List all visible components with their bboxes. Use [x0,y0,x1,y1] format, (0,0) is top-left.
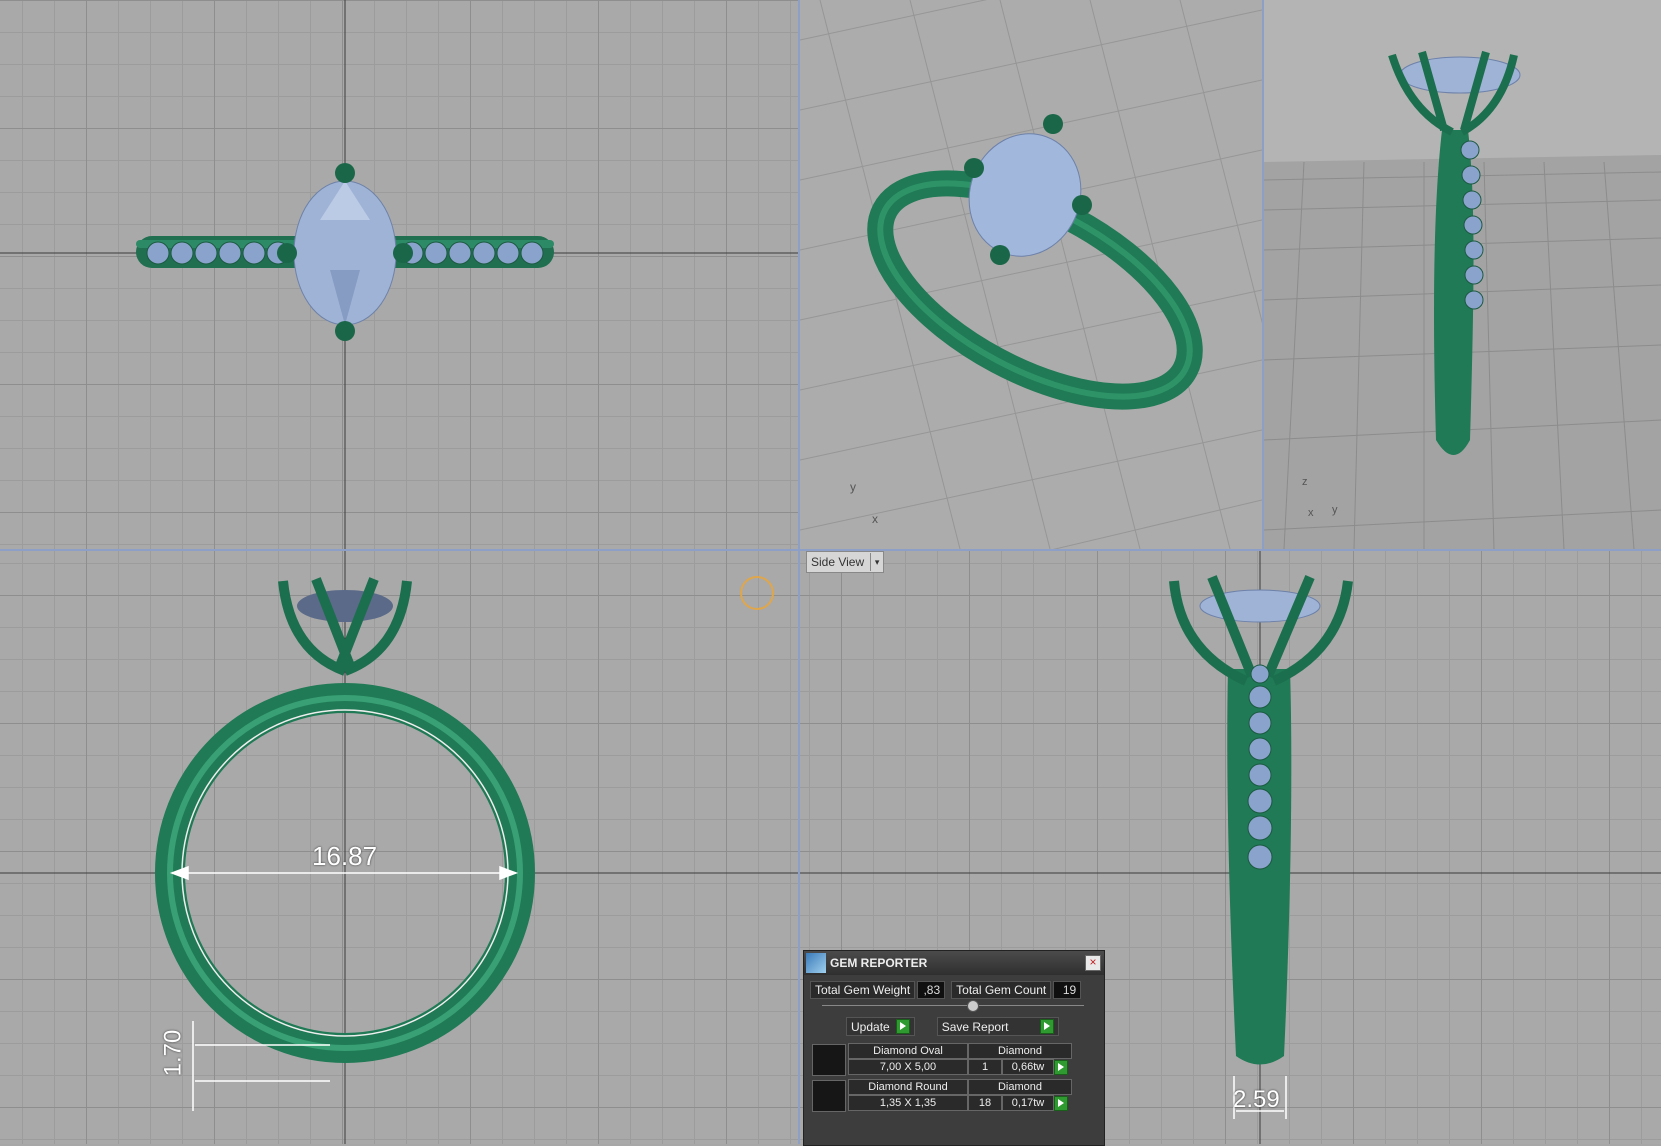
top-viewport[interactable] [0,0,798,549]
gem-count: 18 [968,1095,1002,1111]
gem-size: 1,35 X 1,35 [848,1095,968,1111]
dimension-shank-thickness: 1.70 [159,1029,187,1077]
play-icon[interactable] [1054,1096,1068,1111]
gem-row[interactable]: Diamond Round Diamond 1,35 X 1,35 18 0,1… [812,1079,1072,1112]
gem-count: 1 [968,1059,1002,1075]
gem-size: 7,00 X 5,00 [848,1059,968,1075]
gem-name: Diamond Round [848,1079,968,1095]
gizmo-icon [740,576,774,610]
play-icon[interactable] [1054,1060,1068,1075]
view-selector[interactable]: Side View ▾ [806,551,885,573]
gem-weight: 0,66tw [1002,1059,1054,1075]
right-viewport[interactable]: z x y [1264,0,1661,549]
close-icon[interactable]: × [1085,955,1101,971]
view-selector-label: Side View [811,555,865,569]
right-axis-x: x [1308,507,1314,519]
total-gem-count-value: 19 [1053,981,1082,999]
perspective-view-model: y y x [800,0,1262,549]
save-report-button[interactable]: Save Report [936,1017,1059,1036]
update-button[interactable]: Update [846,1017,915,1036]
total-gem-weight-value: ,83 [917,981,946,999]
gem-reporter-panel: GEM REPORTER × Total Gem Weight ,83 Tota… [803,950,1105,1146]
viewport-divider-vertical[interactable] [798,0,800,1144]
oval-gem-icon [812,1044,846,1076]
front-view-model [0,551,798,1144]
right-axis-z: z [1302,476,1308,488]
gem-row[interactable]: Diamond Oval Diamond 7,00 X 5,00 1 0,66t… [812,1043,1072,1076]
gem-reporter-app-icon [806,953,826,973]
right-view-model: z x y [1264,50,1661,549]
gem-weight: 0,17tw [1002,1095,1054,1111]
viewport-divider-vertical-2[interactable] [1262,0,1264,549]
perspective-viewport[interactable]: y y x [800,0,1262,549]
save-report-label: Save Report [941,1019,1009,1034]
top-view-model [0,0,798,549]
front-viewport[interactable]: 16.87 1.70 [0,551,798,1144]
panel-slider[interactable] [822,1000,1084,1012]
round-gem-icon [812,1080,846,1112]
total-gem-weight-label: Total Gem Weight [810,981,916,999]
gem-material: Diamond [968,1079,1072,1095]
gem-reporter-title: GEM REPORTER [830,956,928,970]
persp-axis-x: x [872,512,878,526]
gem-material: Diamond [968,1043,1072,1059]
dimension-inner-diameter: 16.87 [312,841,378,871]
update-label: Update [851,1019,890,1034]
chevron-down-icon[interactable]: ▾ [870,553,883,571]
slider-knob[interactable] [967,1000,979,1012]
right-axis-y: y [1332,504,1338,516]
dimension-shank-width: 2.59 [1233,1086,1280,1113]
total-gem-count-label: Total Gem Count [951,981,1052,999]
gem-reporter-titlebar[interactable]: GEM REPORTER × [804,951,1104,975]
play-icon [895,1019,910,1034]
play-icon [1039,1019,1054,1034]
persp-axis-y: y [850,480,856,494]
gem-name: Diamond Oval [848,1043,968,1059]
